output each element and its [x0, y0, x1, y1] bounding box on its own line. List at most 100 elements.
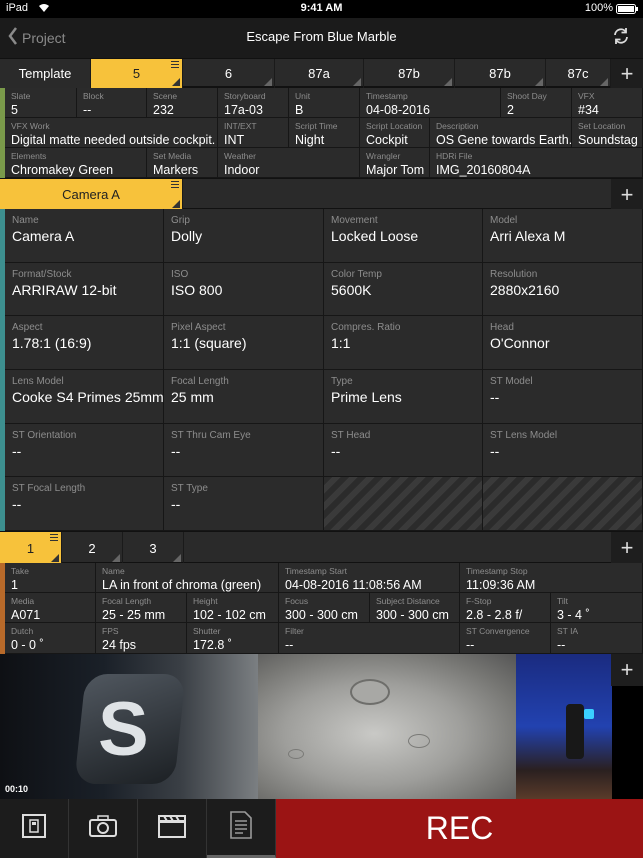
notes-button[interactable] — [207, 799, 276, 858]
field-name[interactable]: Name Camera A — [5, 209, 164, 263]
field-take-name[interactable]: Name LA in front of chroma (green) — [96, 563, 279, 593]
tab-camera-a[interactable]: Camera A — [0, 179, 183, 210]
tab-take-3[interactable]: 3 — [123, 532, 184, 564]
tab-template[interactable]: Template — [0, 59, 91, 88]
field-color-temp[interactable]: Color Temp 5600K — [324, 262, 483, 317]
field-block[interactable]: Block -- — [77, 88, 147, 118]
field-st-focal-length[interactable]: ST Focal Length -- — [5, 477, 164, 531]
tab-scene-87b[interactable]: 87b — [364, 59, 455, 88]
field-script-time[interactable]: Script Time Night — [289, 118, 360, 148]
record-button[interactable]: REC — [276, 799, 643, 858]
field-aspect[interactable]: Aspect 1.78:1 (16:9) — [5, 316, 164, 370]
tab-scene-87c[interactable]: 87c — [546, 59, 611, 88]
battery-percent: 100% — [584, 2, 613, 14]
menu-icon — [50, 534, 58, 543]
field-st-ia[interactable]: ST IA -- — [551, 623, 643, 654]
tab-scene-5[interactable]: 5 — [91, 59, 183, 88]
field-height[interactable]: Height 102 - 102 cm — [187, 593, 279, 623]
status-time: 9:41 AM — [300, 2, 343, 14]
field-description[interactable]: Description OS Gene towards Earth. — [430, 118, 572, 148]
field-set-location[interactable]: Set Location Soundstag — [572, 118, 643, 148]
field-vfx-work[interactable]: VFX Work Digital matte needed outside coc… — [5, 118, 218, 148]
add-take-button[interactable]: + — [611, 532, 643, 564]
field-wrangler[interactable]: Wrangler Major Tom — [360, 148, 430, 178]
menu-icon — [171, 181, 179, 190]
field-storyboard[interactable]: Storyboard 17a-03 — [218, 88, 289, 118]
field-focus[interactable]: Focus 300 - 300 cm — [279, 593, 370, 623]
field-focal-length[interactable]: Focal Length 25 mm — [164, 370, 324, 424]
field-script-location[interactable]: Script Location Cockpit — [360, 118, 430, 148]
field-take-focal-length[interactable]: Focal Length 25 - 25 mm — [96, 593, 187, 623]
field-scene[interactable]: Scene 232 — [147, 88, 218, 118]
field-tilt[interactable]: Tilt 3 - 4 ˚ — [551, 593, 643, 623]
sync-icon[interactable] — [611, 26, 631, 46]
field-f-stop[interactable]: F-Stop 2.8 - 2.8 f/ — [460, 593, 551, 623]
status-bar: iPad 9:41 AM 100% — [0, 0, 643, 18]
camera-icon — [89, 815, 117, 842]
field-st-lens-model[interactable]: ST Lens Model -- — [483, 423, 643, 478]
field-type[interactable]: Type Prime Lens — [324, 370, 483, 424]
field-fps[interactable]: FPS 24 fps — [96, 623, 187, 654]
field-timestamp-start[interactable]: Timestamp Start 04-08-2016 11:08:56 AM — [279, 563, 460, 593]
field-st-type[interactable]: ST Type -- — [164, 477, 324, 531]
field-shutter[interactable]: Shutter 172.8 ˚ — [187, 623, 279, 654]
take-tab-bar: 1 2 3 + — [0, 531, 643, 564]
field-iso[interactable]: ISO ISO 800 — [164, 262, 324, 317]
field-take[interactable]: Take 1 — [5, 563, 96, 593]
field-unit[interactable]: Unit B — [289, 88, 360, 118]
figure-shape — [566, 704, 584, 759]
field-timestamp-stop[interactable]: Timestamp Stop 11:09:36 AM — [460, 563, 643, 593]
field-st-head[interactable]: ST Head -- — [324, 423, 483, 478]
moon-photo-thumbnail[interactable] — [258, 654, 516, 799]
bottom-toolbar: REC — [0, 799, 643, 858]
scene-tab-bar: Template 5 6 87a 87b 87b 87c + — [0, 58, 643, 88]
field-movement[interactable]: Movement Locked Loose — [324, 209, 483, 263]
field-hdri-file[interactable]: HDRi File IMG_20160804A — [430, 148, 643, 178]
page-title: Escape From Blue Marble — [246, 29, 397, 44]
field-slate[interactable]: Slate 5 — [5, 88, 77, 118]
tab-take-1[interactable]: 1 — [0, 532, 62, 564]
field-st-orientation[interactable]: ST Orientation -- — [5, 423, 164, 478]
field-timestamp[interactable]: Timestamp 04-08-2016 — [360, 88, 501, 118]
camera-button[interactable] — [69, 799, 138, 858]
field-head[interactable]: Head O'Connor — [483, 316, 643, 370]
field-lens-model[interactable]: Lens Model Cooke S4 Primes 25mm — [5, 370, 164, 424]
field-elements[interactable]: Elements Chromakey Green — [5, 148, 147, 178]
field-shoot-day[interactable]: Shoot Day 2 — [501, 88, 572, 118]
field-dutch[interactable]: Dutch 0 - 0 ˚ — [5, 623, 96, 654]
field-resolution[interactable]: Resolution 2880x2160 — [483, 262, 643, 317]
field-pixel-aspect[interactable]: Pixel Aspect 1:1 (square) — [164, 316, 324, 370]
tab-scene-87a[interactable]: 87a — [275, 59, 364, 88]
add-media-button[interactable]: + — [611, 654, 643, 686]
field-subject-distance[interactable]: Subject Distance 300 - 300 cm — [370, 593, 460, 623]
field-int-ext[interactable]: INT/EXT INT — [218, 118, 289, 148]
add-scene-button[interactable]: + — [611, 59, 643, 88]
menu-icon — [171, 61, 179, 70]
add-camera-button[interactable]: + — [611, 179, 643, 210]
field-filter[interactable]: Filter -- — [279, 623, 460, 654]
field-st-model[interactable]: ST Model -- — [483, 370, 643, 424]
field-st-convergence[interactable]: ST Convergence -- — [460, 623, 551, 654]
field-weather[interactable]: Weather Indoor — [218, 148, 360, 178]
tab-scene-87b-2[interactable]: 87b — [455, 59, 546, 88]
plus-icon: + — [620, 181, 634, 207]
clapperboard-button[interactable] — [138, 799, 207, 858]
tab-take-2[interactable]: 2 — [62, 532, 123, 564]
video-thumbnail[interactable]: S 00:10 — [0, 654, 258, 799]
field-st-thru-cam-eye[interactable]: ST Thru Cam Eye -- — [164, 423, 324, 478]
field-grip[interactable]: Grip Dolly — [164, 209, 324, 263]
set-photo-thumbnail[interactable] — [516, 654, 612, 799]
slate-icon — [21, 813, 47, 844]
field-compres-ratio[interactable]: Compres. Ratio 1:1 — [324, 316, 483, 370]
field-format-stock[interactable]: Format/Stock ARRIRAW 12-bit — [5, 262, 164, 317]
field-set-media[interactable]: Set Media Markers — [147, 148, 218, 178]
field-media[interactable]: Media A071 — [5, 593, 96, 623]
tab-scene-6[interactable]: 6 — [183, 59, 275, 88]
slate-view-button[interactable] — [0, 799, 69, 858]
crater-shape — [288, 749, 304, 759]
field-vfx[interactable]: VFX #34 — [572, 88, 643, 118]
empty-cell — [483, 477, 643, 531]
plus-icon: + — [620, 535, 634, 560]
light-shape — [584, 709, 594, 719]
field-model[interactable]: Model Arri Alexa M — [483, 209, 643, 263]
